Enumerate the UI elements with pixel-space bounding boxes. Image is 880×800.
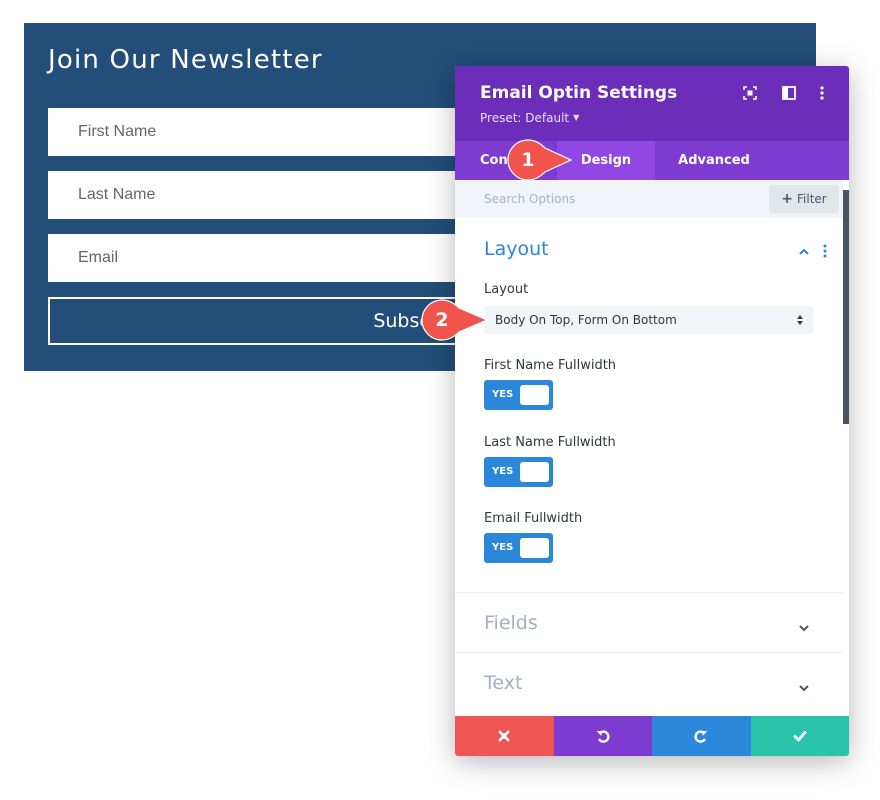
save-button[interactable] <box>750 716 849 756</box>
split-view-icon[interactable] <box>781 85 797 101</box>
scrollbar-thumb[interactable] <box>843 190 849 424</box>
first-name-fullwidth-label: First Name Fullwidth <box>484 358 617 373</box>
layout-select[interactable]: Body On Top, Form On Bottom <box>484 306 813 334</box>
email-fullwidth-label: Email Fullwidth <box>484 511 583 526</box>
modal-header: Email Optin Settings Preset: Default ▼ <box>455 66 849 141</box>
badge-number: 1 <box>521 149 535 171</box>
last-name-fullwidth-toggle[interactable]: YES <box>484 457 553 487</box>
newsletter-title: Join Our Newsletter <box>48 45 323 75</box>
plus-icon: + <box>781 191 793 207</box>
chevron-up-icon[interactable] <box>797 245 811 259</box>
step-badge-2: 2 <box>421 299 489 341</box>
section-title-text[interactable]: Text <box>484 672 522 694</box>
caret-down-icon: ▼ <box>573 113 580 122</box>
badge-number: 2 <box>435 309 449 331</box>
toggle-state: YES <box>492 466 514 477</box>
section-divider <box>455 652 843 653</box>
cancel-icon <box>498 730 510 742</box>
chevron-down-icon[interactable] <box>797 681 811 695</box>
toggle-knob <box>520 462 549 482</box>
filter-label: Filter <box>797 192 827 206</box>
step-badge-1: 1 <box>507 139 573 181</box>
section-title-fields[interactable]: Fields <box>484 612 538 634</box>
section-title-layout[interactable]: Layout <box>484 238 549 260</box>
section-options-icon[interactable] <box>821 243 829 259</box>
modal-footer <box>455 716 849 756</box>
first-name-fullwidth-toggle[interactable]: YES <box>484 380 553 410</box>
email-fullwidth-toggle[interactable]: YES <box>484 533 553 563</box>
select-arrows-icon <box>797 315 803 325</box>
section-divider <box>455 592 843 593</box>
save-check-icon <box>793 731 806 742</box>
undo-button[interactable] <box>553 716 652 756</box>
more-options-icon[interactable] <box>814 85 830 101</box>
toggle-state: YES <box>492 389 514 400</box>
last-name-fullwidth-label: Last Name Fullwidth <box>484 435 616 450</box>
chevron-down-icon[interactable] <box>797 621 811 635</box>
layout-select-value: Body On Top, Form On Bottom <box>495 313 677 327</box>
search-bar: Search Options + Filter <box>455 180 843 218</box>
redo-icon <box>694 730 708 743</box>
toggle-state: YES <box>492 542 514 553</box>
redo-button[interactable] <box>652 716 751 756</box>
settings-panel: Layout Layout Body On Top, Form On Botto… <box>455 218 843 716</box>
preset-selector[interactable]: Preset: Default ▼ <box>480 111 579 125</box>
scrollbar-track[interactable] <box>843 180 849 716</box>
cancel-button[interactable] <box>455 716 554 756</box>
toggle-knob <box>520 538 549 558</box>
fullscreen-icon[interactable] <box>742 85 758 101</box>
toggle-knob <box>520 385 549 405</box>
filter-button[interactable]: + Filter <box>769 185 839 213</box>
undo-icon <box>596 730 610 743</box>
layout-option-label: Layout <box>484 282 529 297</box>
tab-advanced[interactable]: Advanced <box>655 141 773 180</box>
preset-label: Preset: Default <box>480 111 570 125</box>
modal-title: Email Optin Settings <box>480 83 678 103</box>
search-options-input[interactable]: Search Options <box>484 180 575 218</box>
